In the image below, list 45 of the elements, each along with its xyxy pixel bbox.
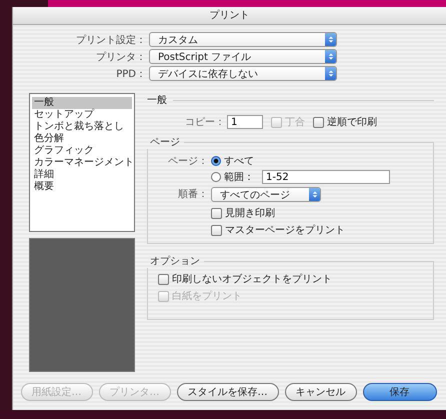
popup-menu[interactable]: デバイスに依存しない	[149, 66, 337, 81]
popup-menu[interactable]: カスタム	[149, 32, 337, 47]
copies-field[interactable]: 1	[227, 115, 263, 129]
dialog-button[interactable]: 保存	[362, 383, 436, 401]
copies-label: コピー：	[185, 116, 225, 129]
setting-label: プリント設定：	[75, 34, 147, 46]
radio-button[interactable]	[211, 172, 221, 182]
checkbox-label: 白紙をプリント	[172, 290, 242, 303]
section-item[interactable]: グラフィック	[32, 145, 132, 157]
popup-arrows-icon	[309, 188, 320, 201]
section-item[interactable]: 概要	[32, 181, 132, 193]
checkbox[interactable]	[211, 224, 222, 236]
section-item[interactable]: 詳細	[32, 169, 132, 181]
group-legend: オプション	[146, 254, 204, 268]
setting-label: プリンタ：	[95, 50, 147, 64]
popup-arrows-icon	[325, 33, 336, 46]
section-item[interactable]: 一般	[32, 97, 132, 109]
order-label: 順番：	[177, 188, 208, 201]
section-item[interactable]: セットアップ	[32, 109, 132, 121]
page-label: ページ：	[167, 155, 208, 168]
checkbox-label: 見開き印刷	[225, 206, 275, 220]
popup-arrows-icon	[325, 50, 336, 63]
checkbox-label: 丁合	[285, 116, 305, 129]
dialog-title: プリント	[13, 7, 446, 25]
group-legend: ページ	[146, 135, 184, 149]
section-item[interactable]: カラーマネージメント	[32, 157, 132, 169]
checkbox-label: マスターページをプリント	[225, 224, 345, 237]
radio-button[interactable]	[211, 156, 221, 166]
checkbox-label: 逆順で印刷	[327, 116, 377, 129]
setting-label: PPD：	[115, 68, 147, 80]
section-item[interactable]: トンボと裁ち落とし	[32, 121, 132, 133]
popup-menu[interactable]: PostScript ファイル	[149, 49, 337, 64]
dialog-button[interactable]: スタイルを保存…	[176, 383, 278, 401]
dialog-button[interactable]: キャンセル	[284, 383, 356, 401]
popup-arrows-icon	[325, 67, 336, 80]
checkbox-label: 印刷しないオブジェクトをプリント	[172, 272, 332, 286]
range-field[interactable]: 1-52	[262, 170, 390, 184]
radio-label: すべて	[224, 155, 254, 168]
section-heading: 一般	[147, 94, 167, 107]
checkbox[interactable]	[211, 208, 222, 218]
order-popup[interactable]: すべてのページ	[211, 187, 321, 202]
checkbox[interactable]	[158, 274, 169, 284]
checkbox[interactable]	[313, 116, 324, 128]
section-item[interactable]: 色分解	[32, 133, 132, 145]
radio-label: 範囲：	[224, 171, 254, 184]
